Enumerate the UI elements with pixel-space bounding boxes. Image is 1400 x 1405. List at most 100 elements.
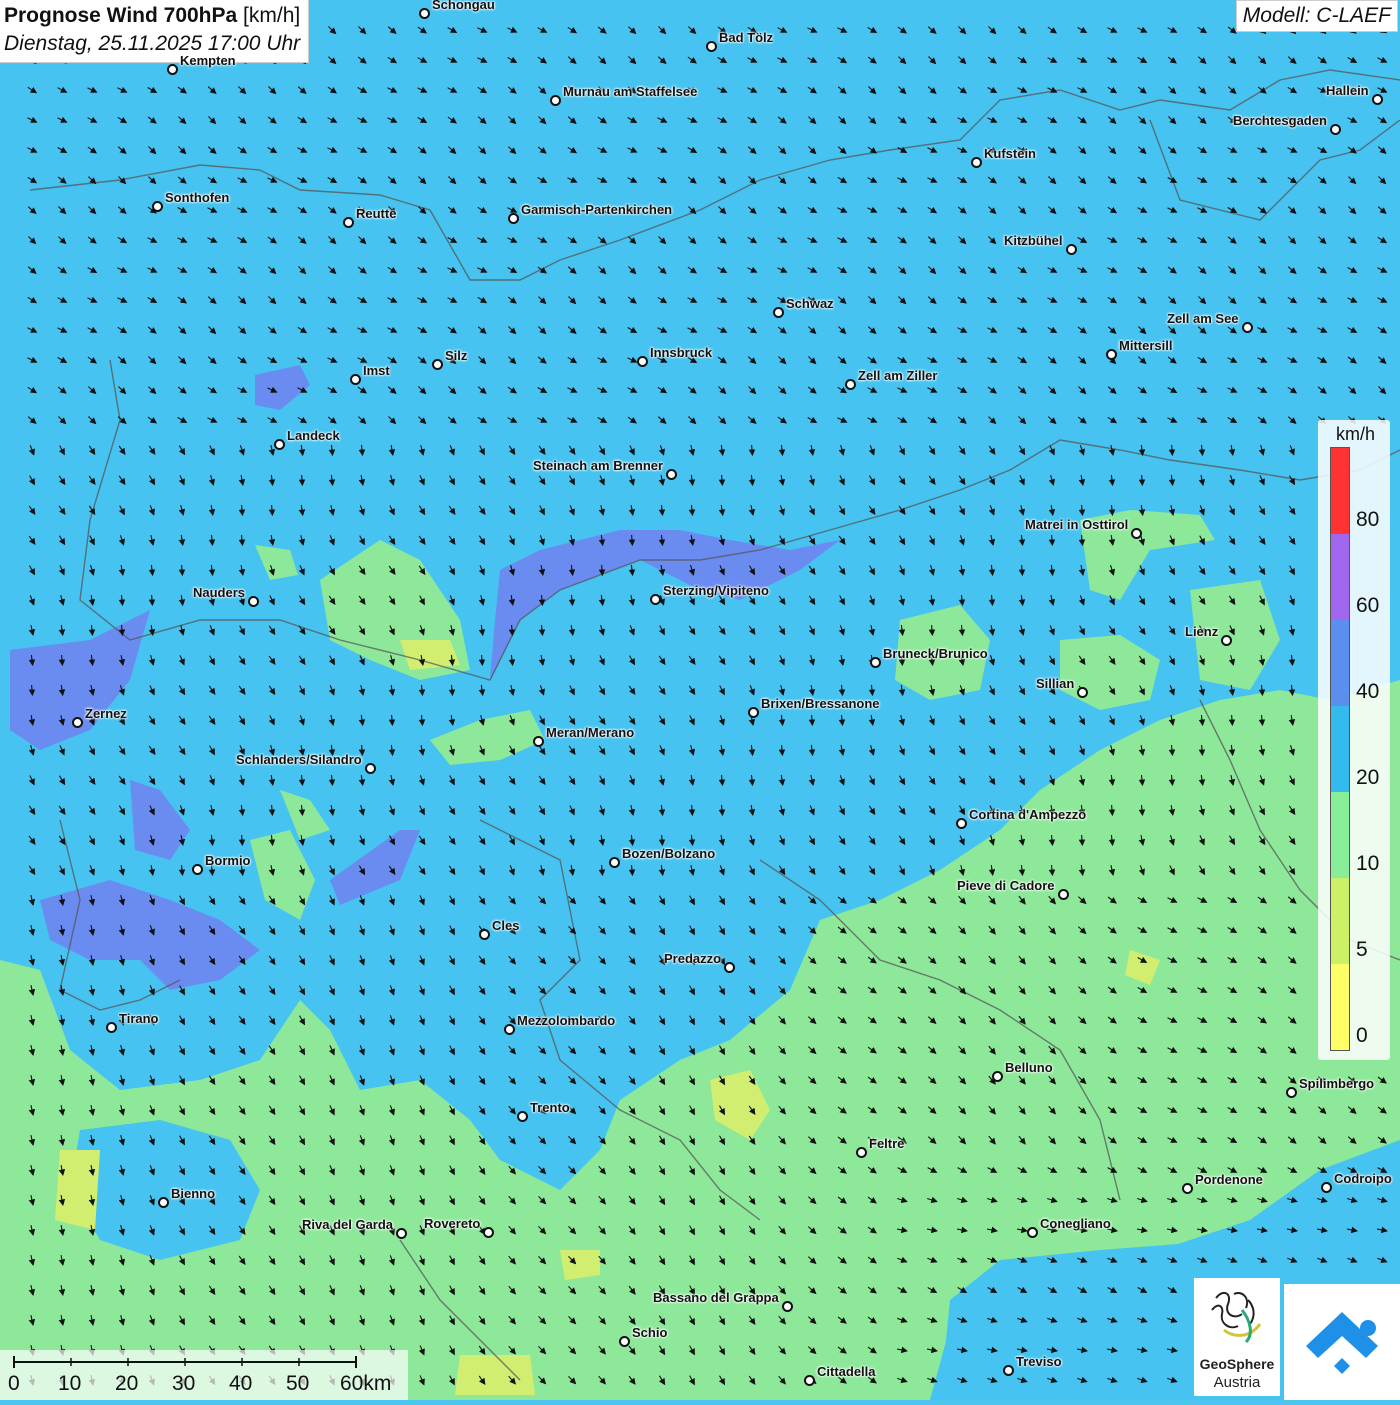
city-label-tirano: Tirano <box>119 1011 159 1026</box>
city-marker-zell-am-see <box>1242 322 1253 333</box>
city-label-bienno: Bienno <box>171 1186 216 1201</box>
city-label-conegliano: Conegliano <box>1040 1216 1111 1231</box>
city-label-pordenone: Pordenone <box>1195 1172 1263 1187</box>
city-marker-bienno <box>158 1197 169 1208</box>
city-marker-pieve-di-cadore <box>1058 889 1069 900</box>
city-marker-mittersill <box>1106 349 1117 360</box>
city-marker-conegliano <box>1027 1227 1038 1238</box>
wind-patch-5-10-6 <box>455 1355 535 1395</box>
city-label-trento: Trento <box>530 1100 570 1115</box>
city-marker-kitzb-hel <box>1066 244 1077 255</box>
city-label-cortina-d-ampezzo: Cortina d'Ampezzo <box>969 807 1087 822</box>
city-label-sillian: Sillian <box>1036 676 1075 691</box>
city-marker-riva-del-garda <box>396 1228 407 1239</box>
legend-seg-80 <box>1331 448 1349 534</box>
city-marker-bruneck-brunico <box>870 657 881 668</box>
city-label-feltre: Feltre <box>869 1136 905 1151</box>
city-label-kitzb-hel: Kitzbühel <box>1004 233 1063 248</box>
wind-patch-5-10-2 <box>400 640 460 670</box>
map-title: Prognose Wind 700hPa [km/h] <box>4 2 300 30</box>
city-label-mezzolombardo: Mezzolombardo <box>517 1013 616 1028</box>
city-marker-bormio <box>192 864 203 875</box>
city-label-schlanders-silandro: Schlanders/Silandro <box>236 752 362 767</box>
legend-seg-0 <box>1331 964 1349 1050</box>
city-label-cles: Cles <box>492 918 520 933</box>
city-label-brixen-bressanone: Brixen/Bressanone <box>761 696 880 711</box>
city-marker-hallein <box>1372 94 1383 105</box>
city-label-sonthofen: Sonthofen <box>165 190 230 205</box>
weather-app-logo[interactable] <box>1284 1284 1400 1400</box>
city-label-zell-am-see: Zell am See <box>1167 311 1239 326</box>
city-label-reutte: Reutte <box>356 206 397 221</box>
city-label-nauders: Nauders <box>193 585 246 600</box>
city-marker-sterzing-vipiteno <box>650 594 661 605</box>
scale-label-10: 10 <box>58 1372 82 1395</box>
city-marker-nauders <box>248 596 259 607</box>
legend-seg-60 <box>1331 534 1349 620</box>
legend-seg-20 <box>1331 706 1349 792</box>
city-label-bormio: Bormio <box>205 853 251 868</box>
city-label-steinach-am-brenner: Steinach am Brenner <box>533 458 664 473</box>
city-label-bad-t-lz: Bad Tölz <box>719 30 774 45</box>
city-marker-pordenone <box>1182 1183 1193 1194</box>
city-label-hallein: Hallein <box>1326 83 1369 98</box>
city-label-predazzo: Predazzo <box>664 951 722 966</box>
city-marker-silz <box>432 359 443 370</box>
scale-label-20: 20 <box>115 1372 139 1395</box>
legend-seg-10 <box>1331 792 1349 878</box>
city-marker-trento <box>517 1111 528 1122</box>
city-marker-sillian <box>1077 687 1088 698</box>
city-label-sterzing-vipiteno: Sterzing/Vipiteno <box>663 583 769 598</box>
city-marker-cles <box>479 929 490 940</box>
city-marker-predazzo <box>724 962 735 973</box>
city-marker-zernez <box>72 717 83 728</box>
city-label-bassano-del-grappa: Bassano del Grappa <box>653 1290 779 1305</box>
color-legend: km/h 80 60 40 20 10 5 0 <box>1318 420 1390 1060</box>
city-marker-mezzolombardo <box>504 1024 515 1035</box>
city-marker-kufstein <box>971 157 982 168</box>
legend-tick-60: 60 <box>1356 594 1380 617</box>
city-marker-bad-t-lz <box>706 41 717 52</box>
city-marker-schio <box>619 1336 630 1347</box>
legend-unit: km/h <box>1336 424 1376 444</box>
city-label-kufstein: Kufstein <box>984 146 1036 161</box>
city-marker-matrei-in-osttirol <box>1131 528 1142 539</box>
legend-seg-5 <box>1331 878 1349 964</box>
city-label-riva-del-garda: Riva del Garda <box>302 1217 394 1232</box>
city-marker-feltre <box>856 1147 867 1158</box>
city-marker-steinach-am-brenner <box>666 469 677 480</box>
city-label-bruneck-brunico: Bruneck/Brunico <box>883 646 988 661</box>
city-label-cittadella: Cittadella <box>817 1364 876 1379</box>
city-marker-treviso <box>1003 1365 1014 1376</box>
city-label-kempten: Kempten <box>180 53 236 68</box>
city-label-matrei-in-osttirol: Matrei in Osttirol <box>1025 517 1129 532</box>
city-marker-schwaz <box>773 307 784 318</box>
scale-label-40: 40 <box>229 1372 253 1395</box>
city-marker-reutte <box>343 217 354 228</box>
map-title-unit: [km/h] <box>243 4 301 27</box>
city-label-spilimbergo: Spilimbergo <box>1299 1076 1375 1091</box>
city-marker-brixen-bressanone <box>748 707 759 718</box>
legend-colorbar <box>1330 447 1350 1051</box>
city-label-berchtesgaden: Berchtesgaden <box>1233 113 1327 128</box>
legend-tick-40: 40 <box>1356 680 1380 703</box>
scale-label-30: 30 <box>172 1372 196 1395</box>
city-marker-bassano-del-grappa <box>782 1301 793 1312</box>
geosphere-logo[interactable]: GeoSphere Austria <box>1194 1278 1280 1396</box>
city-label-mittersill: Mittersill <box>1119 338 1173 353</box>
geosphere-logo-icon <box>1211 1291 1262 1344</box>
city-label-landeck: Landeck <box>287 428 340 443</box>
scale-label-50: 50 <box>286 1372 310 1395</box>
wind-patch-5-10-3 <box>55 1150 100 1230</box>
model-label: Modell: C-LAEF <box>1235 0 1398 32</box>
legend-tick-0: 0 <box>1356 1024 1368 1047</box>
map-title-main: Prognose Wind 700hPa <box>4 4 238 27</box>
city-label-codroipo: Codroipo <box>1334 1171 1392 1186</box>
scale-label-60: 60km <box>340 1372 392 1395</box>
scale-label-0: 0 <box>8 1372 20 1395</box>
city-label-zernez: Zernez <box>85 706 127 721</box>
city-marker-tirano <box>106 1022 117 1033</box>
city-label-schio: Schio <box>632 1325 668 1340</box>
city-label-imst: Imst <box>363 363 390 378</box>
city-marker-imst <box>350 374 361 385</box>
